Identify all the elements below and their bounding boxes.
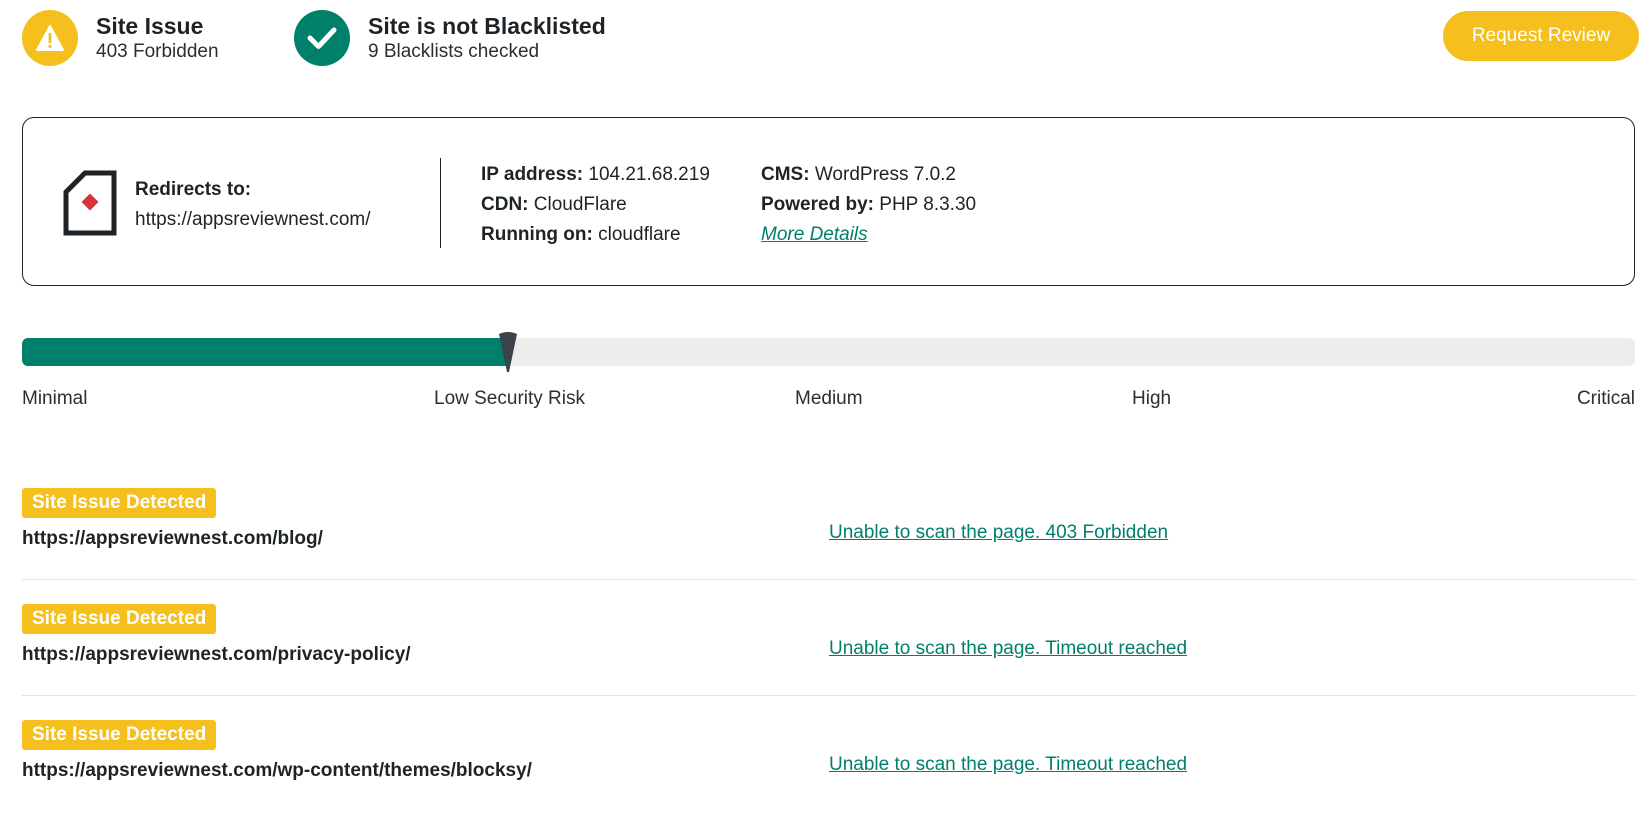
- request-review-button[interactable]: Request Review: [1443, 11, 1639, 61]
- cdn-label: CDN:: [481, 194, 529, 215]
- more-details-link[interactable]: More Details: [761, 224, 868, 245]
- cdn-row: CDN: CloudFlare: [481, 190, 710, 220]
- site-issue-title: Site Issue: [96, 13, 204, 39]
- site-issue-badge: Site Issue Detected: [22, 604, 217, 634]
- site-issue-status: Site Issue 403 Forbidden: [22, 10, 219, 66]
- scan-message-link[interactable]: Unable to scan the page. Timeout reached: [829, 638, 1187, 660]
- row-divider: [22, 579, 1635, 580]
- redirect-label: Redirects to:: [135, 179, 252, 200]
- row-divider: [22, 695, 1635, 696]
- site-issue-badge: Site Issue Detected: [22, 488, 217, 518]
- ip-address-value: 104.21.68.219: [588, 164, 710, 185]
- cms-value: WordPress 7.0.2: [814, 164, 956, 185]
- blacklist-title: Site is not Blacklisted: [368, 13, 606, 39]
- site-issue-badge: Site Issue Detected: [22, 720, 217, 750]
- scan-result-row: Site Issue Detected https://appsreviewne…: [22, 604, 1635, 708]
- risk-label-minimal: Minimal: [22, 388, 88, 409]
- risk-label-high: High: [1132, 388, 1172, 409]
- site-info-card: Redirects to: https://appsreviewnest.com…: [22, 117, 1635, 286]
- ip-address-row: IP address: 104.21.68.219: [481, 160, 710, 190]
- blacklist-status: Site is not Blacklisted 9 Blacklists che…: [294, 10, 606, 66]
- ip-address-label: IP address:: [481, 164, 584, 185]
- checkmark-icon: [294, 10, 350, 66]
- risk-meter-track: [22, 338, 1635, 366]
- risk-label-low: Low Security Risk: [434, 388, 585, 409]
- cdn-value: CloudFlare: [533, 194, 627, 215]
- scan-result-row: Site Issue Detected https://appsreviewne…: [22, 488, 1635, 592]
- site-issue-subtitle: 403 Forbidden: [96, 41, 219, 62]
- running-on-row: Running on: cloudflare: [481, 220, 710, 250]
- blacklist-subtitle: 9 Blacklists checked: [368, 41, 540, 62]
- scan-url: https://appsreviewnest.com/wp-content/th…: [22, 760, 532, 781]
- warning-icon: [22, 10, 78, 66]
- risk-label-medium: Medium: [795, 388, 863, 409]
- scan-message-link[interactable]: Unable to scan the page. Timeout reached: [829, 754, 1187, 776]
- risk-label-critical: Critical: [1576, 388, 1635, 409]
- powered-by-value: PHP 8.3.30: [879, 194, 977, 215]
- scan-result-row: Site Issue Detected https://appsreviewne…: [22, 720, 1635, 824]
- scan-message-link[interactable]: Unable to scan the page. 403 Forbidden: [829, 522, 1168, 544]
- info-divider: [440, 158, 441, 248]
- scan-url: https://appsreviewnest.com/blog/: [22, 528, 323, 549]
- risk-marker-icon: [497, 330, 519, 374]
- risk-meter-fill: [22, 338, 508, 366]
- site-document-icon: [63, 170, 117, 241]
- powered-by-label: Powered by:: [761, 194, 874, 215]
- scan-url: https://appsreviewnest.com/privacy-polic…: [22, 644, 411, 665]
- running-on-value: cloudflare: [598, 224, 681, 245]
- risk-labels: Minimal Low Security Risk Medium High Cr…: [22, 388, 1635, 412]
- redirect-url: https://appsreviewnest.com/: [135, 209, 371, 230]
- powered-by-row: Powered by: PHP 8.3.30: [761, 190, 976, 220]
- running-on-label: Running on:: [481, 224, 593, 245]
- cms-label: CMS:: [761, 164, 810, 185]
- cms-row: CMS: WordPress 7.0.2: [761, 160, 976, 190]
